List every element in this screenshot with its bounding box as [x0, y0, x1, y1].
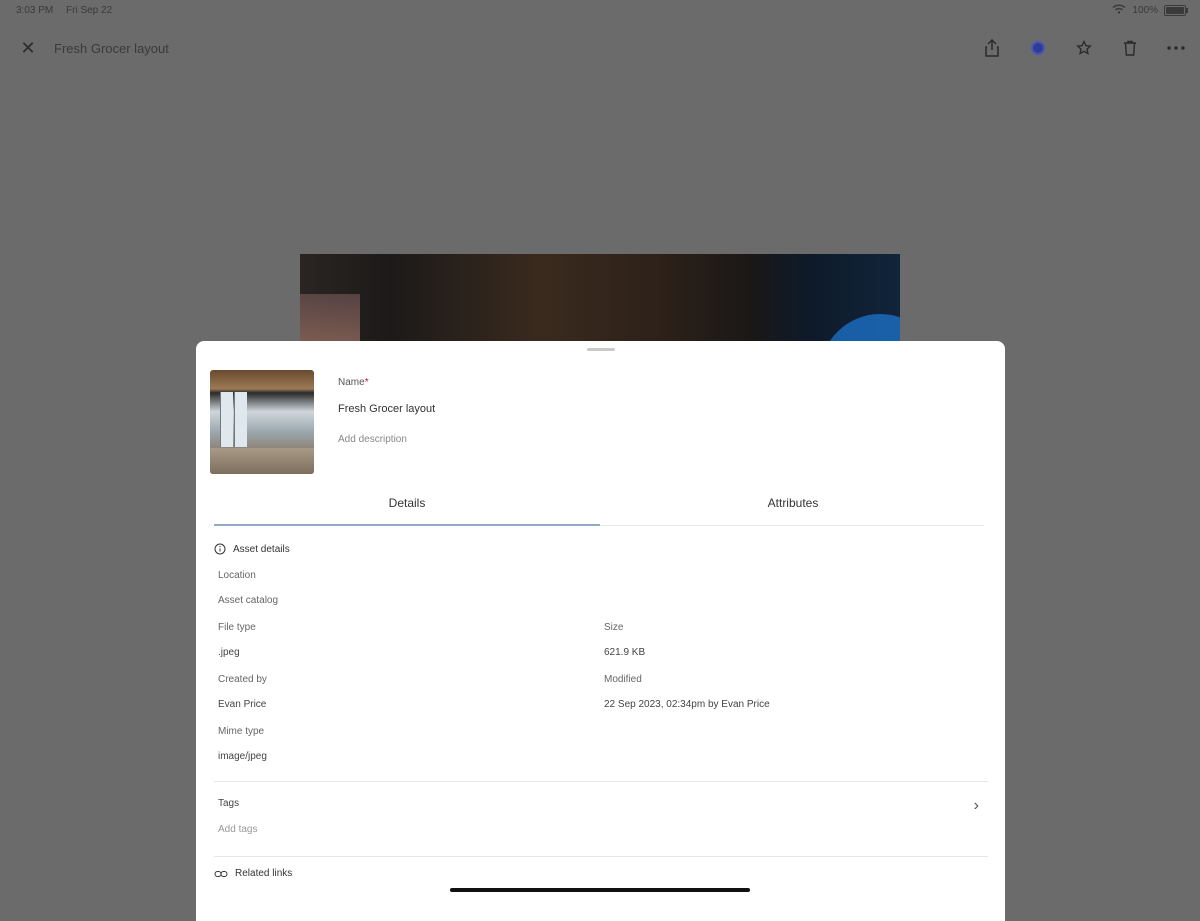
trash-icon — [1124, 40, 1136, 56]
more-icon — [1167, 46, 1185, 50]
related-links-header[interactable]: Related links — [214, 868, 292, 879]
chevron-right-icon: › — [973, 797, 979, 814]
asset-details-sheet: Name* Fresh Grocer layout Add descriptio… — [196, 341, 1005, 921]
modified-label: Modified — [604, 674, 642, 685]
status-right: 100% — [1112, 4, 1188, 17]
asset-catalog-label: Asset catalog — [218, 595, 279, 606]
name-label: Name* — [338, 377, 369, 388]
thumb-door — [220, 392, 233, 447]
size-value: 621.9 KB — [604, 647, 646, 658]
file-type-value: .jpeg — [218, 647, 240, 658]
share-icon — [985, 39, 999, 57]
modified-value: 22 Sep 2023, 02:34pm by Evan Price — [604, 699, 770, 710]
wifi-icon — [1112, 4, 1126, 17]
delete-button[interactable] — [1120, 38, 1140, 58]
related-links-label: Related links — [235, 868, 293, 879]
favorite-button[interactable] — [1074, 38, 1094, 58]
avatar — [1031, 41, 1045, 55]
created-by-label: Created by — [218, 674, 267, 685]
asset-details-header: Asset details — [214, 543, 290, 555]
close-icon: ✕ — [20, 38, 36, 58]
required-marker: * — [364, 377, 369, 388]
battery-icon — [1164, 5, 1188, 16]
drag-handle[interactable] — [587, 348, 615, 351]
asset-preview-image — [300, 254, 900, 354]
thumb-floor — [210, 448, 314, 474]
close-button[interactable]: ✕ — [18, 38, 38, 58]
status-bar: 3:03 PM Fri Sep 22 100% — [0, 0, 1200, 22]
location-label: Location — [218, 570, 256, 581]
page-title: Fresh Grocer layout — [54, 41, 169, 56]
more-button[interactable] — [1166, 38, 1186, 58]
size-label: Size — [604, 622, 624, 633]
home-indicator[interactable] — [450, 888, 750, 892]
section-title: Asset details — [233, 543, 290, 555]
divider — [214, 856, 988, 857]
toolbar-actions — [982, 38, 1186, 58]
share-button[interactable] — [982, 38, 1002, 58]
tags-chevron-button[interactable]: › — [974, 797, 979, 815]
divider — [214, 781, 988, 782]
tab-attributes[interactable]: Attributes — [600, 489, 986, 525]
asset-thumbnail[interactable] — [210, 370, 314, 474]
name-label-text: Name — [338, 377, 365, 388]
top-bar: ✕ Fresh Grocer layout — [0, 30, 1200, 70]
tags-input[interactable]: Add tags — [218, 824, 257, 835]
user-avatar-button[interactable] — [1028, 38, 1048, 58]
status-date: Fri Sep 22 — [66, 5, 113, 16]
status-time: 3:03 PM — [16, 5, 54, 16]
description-field[interactable]: Add description — [338, 434, 407, 445]
tab-details[interactable]: Details — [214, 489, 600, 526]
link-icon — [214, 870, 228, 877]
info-icon — [214, 543, 226, 555]
created-by-value: Evan Price — [218, 699, 267, 710]
tab-bar: Details Attributes — [214, 489, 984, 526]
mime-type-label: Mime type — [218, 726, 265, 737]
tags-label[interactable]: Tags — [218, 798, 239, 809]
name-field[interactable]: Fresh Grocer layout — [338, 403, 435, 415]
star-icon — [1076, 40, 1092, 55]
mime-type-value: image/jpeg — [218, 751, 267, 762]
thumb-door — [234, 392, 247, 447]
file-type-label: File type — [218, 622, 256, 633]
battery-percent: 100% — [1132, 5, 1158, 16]
